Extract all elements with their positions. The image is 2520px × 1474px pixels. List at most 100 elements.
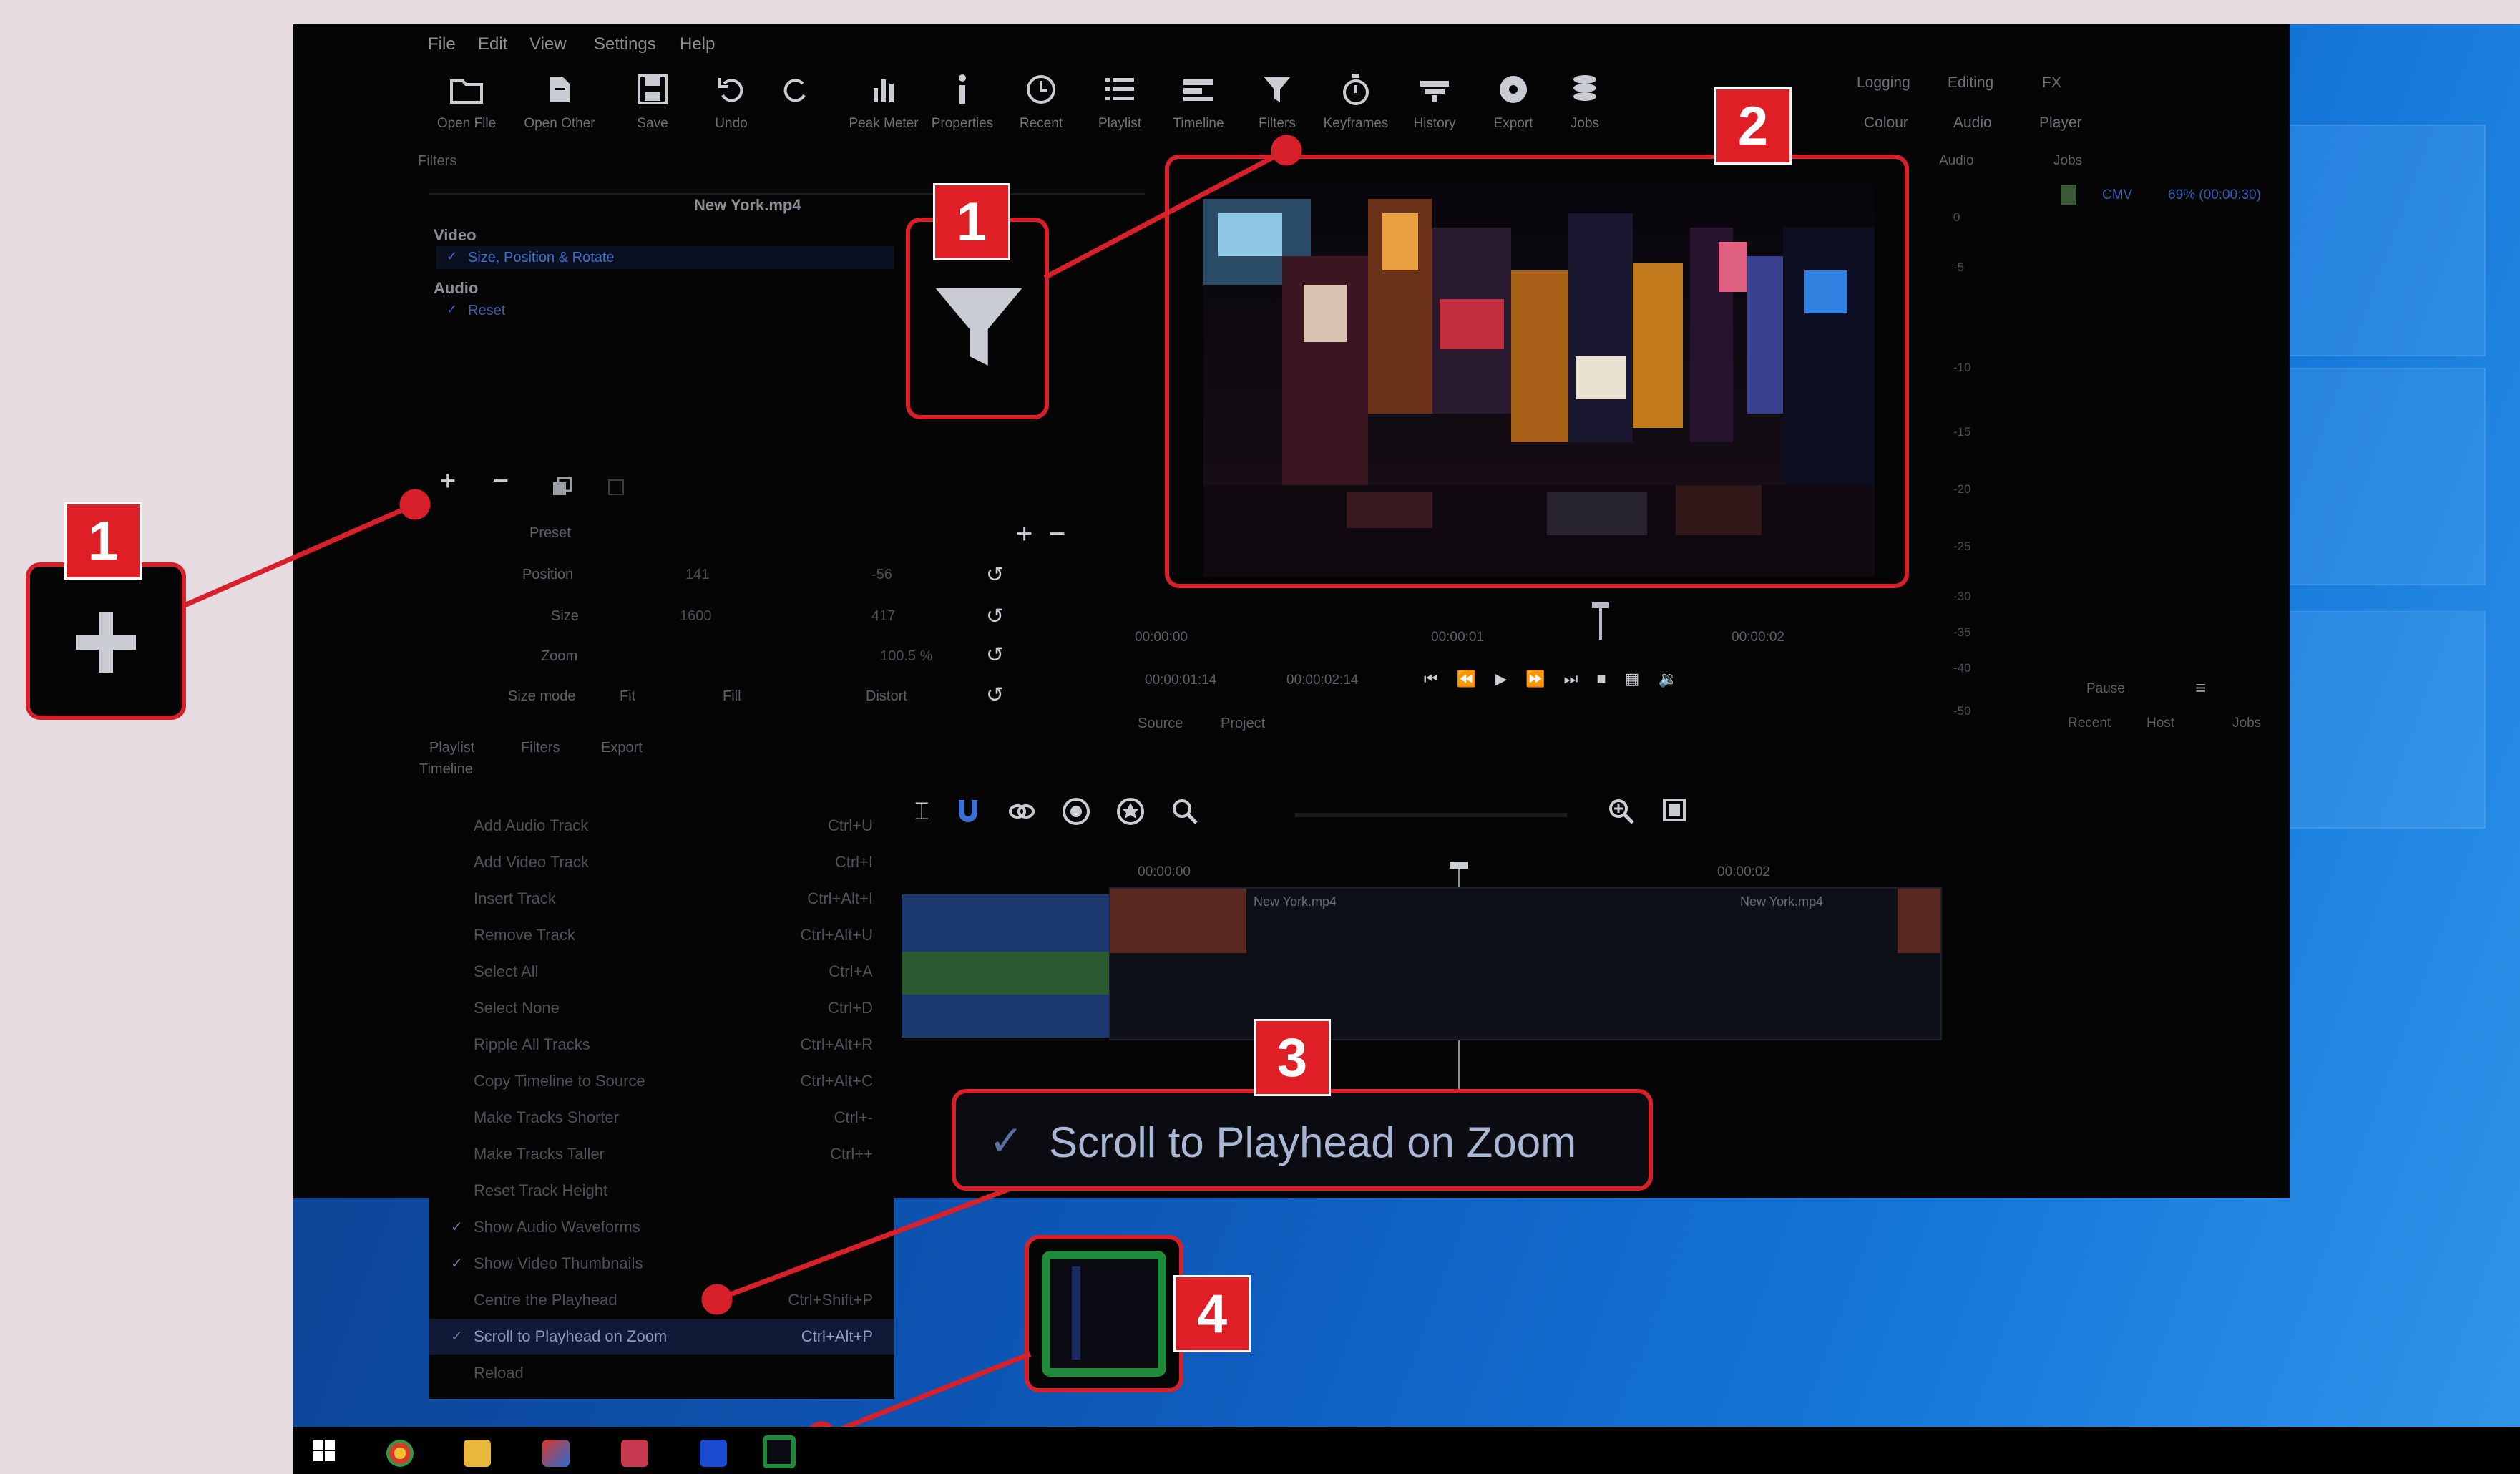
fast-forward-icon[interactable]: ⏩	[1525, 670, 1545, 688]
workspace-fx[interactable]: FX	[2042, 74, 2061, 92]
tab-recent[interactable]: Recent	[2068, 716, 2111, 731]
volume-icon[interactable]: 🔉	[1658, 670, 1677, 688]
menu-view[interactable]: View	[529, 34, 567, 54]
reset-zoom-icon[interactable]: ↺	[986, 643, 1004, 668]
skip-next-icon[interactable]: ⏭	[1564, 670, 1578, 688]
tab-host[interactable]: Host	[2147, 716, 2174, 731]
jobs-menu-icon[interactable]: ≡	[2195, 677, 2206, 699]
context-menu-item[interactable]: Copy Timeline to Source Ctrl+Alt+C	[429, 1063, 894, 1099]
position-y-field[interactable]: -56	[871, 567, 892, 583]
size-w-field[interactable]: 1600	[680, 608, 712, 625]
app-icon-3[interactable]	[542, 1440, 570, 1467]
toolbar-keyframes[interactable]: Keyframes	[1317, 70, 1395, 132]
menu-file[interactable]: File	[428, 34, 456, 54]
reset-size-icon[interactable]: ↺	[986, 604, 1004, 629]
zoom-field[interactable]: 100.5 %	[880, 648, 932, 665]
toolbar-history[interactable]: History	[1395, 70, 1474, 132]
windows-start-icon[interactable]	[313, 1440, 335, 1461]
toolbar-properties[interactable]: Properties	[923, 70, 1002, 132]
skip-previous-icon[interactable]: ⏮	[1424, 670, 1438, 688]
paste-filter-button[interactable]	[608, 479, 624, 495]
timeline-clip-intro[interactable]	[902, 894, 1109, 1038]
chrome-icon[interactable]	[386, 1440, 414, 1467]
ripple-icon[interactable]	[1007, 801, 1036, 822]
toolbar-playlist[interactable]: Playlist	[1080, 70, 1159, 132]
add-filter-button[interactable]: +	[439, 465, 456, 497]
context-menu-item[interactable]: Make Tracks Taller Ctrl++	[429, 1136, 894, 1172]
tab-project[interactable]: Project	[1221, 716, 1265, 732]
remove-filter-button[interactable]: −	[492, 465, 509, 497]
stop-icon[interactable]: ■	[1596, 670, 1606, 688]
zoom-in-icon[interactable]	[1607, 797, 1636, 826]
player-playhead[interactable]	[1599, 604, 1602, 640]
workspace-colour[interactable]: Colour	[1864, 114, 1908, 132]
ripple-markers-icon[interactable]	[1116, 797, 1145, 826]
copy-filter-button[interactable]	[551, 477, 572, 502]
rewind-icon[interactable]: ⏪	[1457, 670, 1476, 688]
workspace-editing[interactable]: Editing	[1948, 74, 1993, 92]
toolbar-jobs[interactable]: Jobs	[1545, 70, 1624, 132]
workspace-audio[interactable]: Audio	[1953, 114, 1992, 132]
file-explorer-icon[interactable]	[464, 1440, 491, 1467]
size-mode-fill[interactable]: Fill	[723, 688, 741, 705]
context-menu-item[interactable]: Make Tracks Shorter Ctrl+-	[429, 1100, 894, 1136]
size-mode-distort[interactable]: Distort	[866, 688, 907, 705]
job-name[interactable]: CMV	[2102, 187, 2132, 203]
preset-add-button[interactable]: +	[1016, 518, 1032, 550]
toolbar-redo[interactable]	[756, 70, 835, 116]
position-x-field[interactable]: 141	[685, 567, 709, 583]
toolbar-timeline[interactable]: Timeline	[1159, 70, 1238, 132]
play-icon[interactable]: ▶	[1495, 670, 1507, 688]
context-menu-item[interactable]: Centre the Playhead Ctrl+Shift+P	[429, 1282, 894, 1318]
reset-position-icon[interactable]: ↺	[986, 562, 1004, 587]
timeline-clip-new-york[interactable]: New York.mp4 New York.mp4	[1109, 887, 1942, 1040]
toolbar-open-file[interactable]: Open File	[427, 70, 506, 132]
size-mode-fit[interactable]: Fit	[620, 688, 635, 705]
toolbar-open-other[interactable]: Open Other	[520, 70, 599, 132]
toolbar-recent[interactable]: Recent	[1002, 70, 1080, 132]
toolbar-export[interactable]: Export	[1474, 70, 1553, 132]
tab-export[interactable]: Export	[601, 740, 643, 756]
jobs-pause-button[interactable]: Pause	[2086, 681, 2125, 697]
tab-source[interactable]: Source	[1138, 716, 1183, 732]
toolbar-save[interactable]: Save	[613, 70, 692, 132]
size-h-field[interactable]: 417	[871, 608, 895, 625]
reset-size-mode-icon[interactable]: ↺	[986, 683, 1004, 708]
tab-playlist[interactable]: Playlist	[429, 740, 474, 756]
zoom-out-icon[interactable]	[1171, 797, 1199, 826]
workspace-player[interactable]: Player	[2039, 114, 2082, 132]
context-menu-item[interactable]: ✓ Scroll to Playhead on Zoom Ctrl+Alt+P	[429, 1319, 894, 1355]
timeline-zoom-slider[interactable]	[1295, 813, 1567, 817]
context-menu-item[interactable]: ✓ Show Video Thumbnails	[429, 1246, 894, 1282]
tab-filters[interactable]: Filters	[521, 740, 560, 756]
context-menu-item[interactable]: ✓ Show Audio Waveforms	[429, 1209, 894, 1245]
workspace-logging[interactable]: Logging	[1857, 74, 1910, 92]
shotcut-taskbar-icon[interactable]	[763, 1435, 796, 1468]
tab-jobs[interactable]: Jobs	[2232, 716, 2261, 731]
context-menu-item[interactable]: Add Audio Track Ctrl+U	[429, 808, 894, 844]
menu-edit[interactable]: Edit	[478, 34, 507, 54]
grid-icon[interactable]: ▦	[1625, 670, 1640, 688]
context-menu-item[interactable]: Remove Track Ctrl+Alt+U	[429, 917, 894, 953]
menu-help[interactable]: Help	[680, 34, 715, 54]
context-menu-item[interactable]: Add Video Track Ctrl+I	[429, 844, 894, 880]
split-icon[interactable]: ⌶	[914, 798, 929, 826]
toolbar-peak-meter[interactable]: Peak Meter	[844, 70, 923, 132]
toolbar-filters[interactable]: Filters	[1238, 70, 1317, 132]
preset-remove-button[interactable]: −	[1049, 518, 1065, 550]
context-menu-item[interactable]: Reset Track Height	[429, 1173, 894, 1209]
context-menu-item[interactable]: Reload	[429, 1355, 894, 1391]
player-position[interactable]: 00:00:01:14	[1145, 673, 1216, 688]
mail-icon[interactable]	[621, 1440, 648, 1467]
context-menu-item[interactable]: Ripple All Tracks Ctrl+Alt+R	[429, 1027, 894, 1063]
context-menu-item[interactable]: Insert Track Ctrl+Alt+I	[429, 881, 894, 917]
zoom-fit-icon[interactable]	[1661, 797, 1687, 823]
filter-list-item-audio[interactable]: ✓ Reset	[436, 299, 894, 321]
menu-settings[interactable]: Settings	[594, 34, 656, 54]
context-menu-item[interactable]: Select All Ctrl+A	[429, 954, 894, 990]
context-menu-item[interactable]: Select None Ctrl+D	[429, 990, 894, 1026]
ripple-all-icon[interactable]	[1062, 797, 1090, 826]
checkmark-app-icon[interactable]	[700, 1440, 727, 1467]
filter-list-item-video[interactable]: ✓ Size, Position & Rotate	[436, 246, 894, 269]
snap-icon[interactable]	[954, 797, 982, 826]
